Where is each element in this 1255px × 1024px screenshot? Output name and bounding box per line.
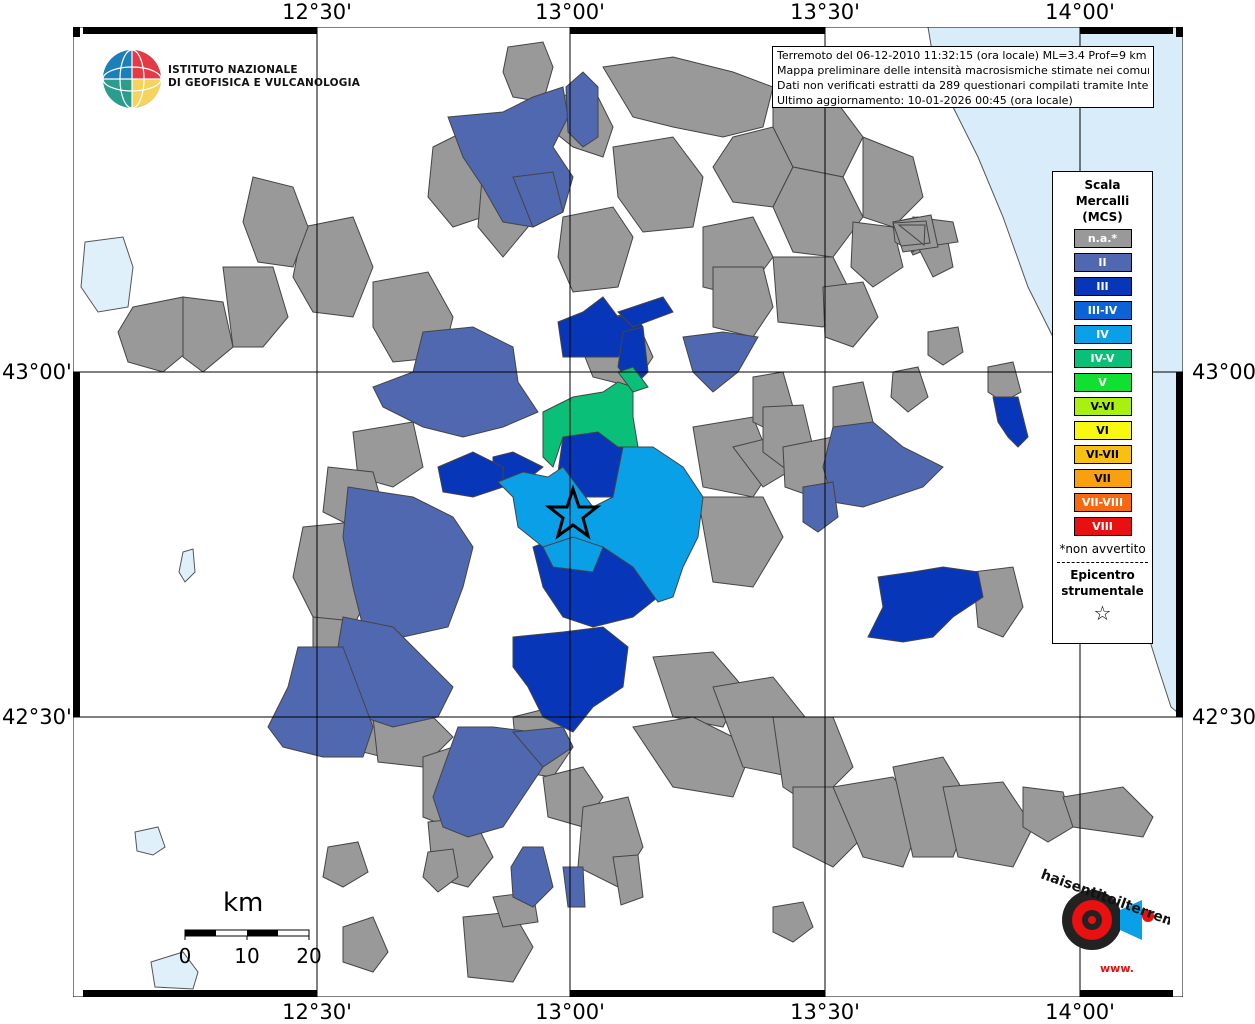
lon-label-top-1300: 13°00' — [535, 0, 605, 24]
legend-separator — [1057, 562, 1148, 563]
lon-label-top-1230: 12°30' — [282, 0, 352, 24]
scale-bar — [184, 929, 310, 940]
info-updated: Ultimo aggiornamento: 10-01-2026 00:45 (… — [777, 94, 1073, 107]
hst-logo: haisentitoilterremoto.it www. — [1039, 867, 1170, 975]
info-description: Mappa preliminare delle intensità macros… — [777, 64, 1149, 77]
legend-swatch-9: VI-VII — [1073, 445, 1132, 464]
legend: Scala Mercalli (MCS) n.a.* II III III-IV IV I… — [1052, 171, 1153, 644]
legend-swatch-8: VI — [1073, 421, 1132, 440]
legend-swatches: n.a.* II III III-IV IV IV-V V V-VI VI VI-VII VII VI… — [1053, 229, 1152, 536]
scale-tick-0: 0 — [178, 944, 192, 968]
info-box: Terremoto del 06-12-2010 11:32:15 (ora l… — [772, 46, 1154, 108]
legend-swatch-2: III — [1073, 277, 1132, 296]
legend-swatch-7: V-VI — [1073, 397, 1132, 416]
lon-label-top-1400: 14°00' — [1045, 0, 1115, 24]
lon-label-bottom-1330: 13°30' — [790, 1000, 860, 1024]
legend-title-line3: (MCS) — [1082, 210, 1123, 224]
legend-title-line2: Mercalli — [1075, 194, 1130, 208]
lat-label-right-4230: 42°30' — [1192, 705, 1255, 729]
legend-title: Scala Mercalli (MCS) — [1053, 177, 1152, 225]
ingv-globe-icon — [102, 49, 162, 109]
ingv-line1: ISTITUTO NAZIONALE — [168, 64, 298, 76]
info-event: Terremoto del 06-12-2010 11:32:15 (ora l… — [777, 49, 1147, 62]
legend-swatch-6: V — [1073, 373, 1132, 392]
legend-swatch-10: VII — [1073, 469, 1132, 488]
legend-star-icon: ☆ — [1093, 601, 1112, 625]
lon-label-top-1330: 13°30' — [790, 0, 860, 24]
hst-logo-prefix: www. — [1100, 962, 1134, 975]
ingv-line2: DI GEOFISICA E VULCANOLOGIA — [168, 77, 361, 89]
legend-note: *non avvertito — [1059, 542, 1146, 556]
legend-title-line1: Scala — [1084, 178, 1121, 192]
legend-epicenter-line2: strumentale — [1061, 584, 1144, 598]
legend-swatch-5: IV-V — [1073, 349, 1132, 368]
lat-label-left-4300: 43°00' — [2, 360, 72, 384]
legend-epicenter: Epicentro strumentale — [1053, 567, 1152, 599]
legend-epicenter-line1: Epicentro — [1070, 568, 1135, 582]
legend-swatch-3: III-IV — [1073, 301, 1132, 320]
legend-swatch-11: VII-VIII — [1073, 493, 1132, 512]
legend-swatch-0: n.a.* — [1073, 229, 1132, 248]
info-data-source: Dati non verificati estratti da 289 ques… — [777, 79, 1149, 92]
ingv-logo-text: ISTITUTO NAZIONALE DI GEOFISICA E VULCAN… — [168, 64, 360, 90]
lat-label-right-4300: 43°00' — [1192, 360, 1255, 384]
legend-swatch-4: IV — [1073, 325, 1132, 344]
intensity-map[interactable] — [73, 27, 1183, 997]
legend-swatch-1: II — [1073, 253, 1132, 272]
lon-label-bottom-1300: 13°00' — [535, 1000, 605, 1024]
lat-label-left-4230: 42°30' — [2, 705, 72, 729]
legend-swatch-12: VIII — [1073, 517, 1132, 536]
lon-label-bottom-1230: 12°30' — [282, 1000, 352, 1024]
lon-label-bottom-1400: 14°00' — [1045, 1000, 1115, 1024]
scale-tick-20: 20 — [296, 944, 322, 968]
scale-tick-10: 10 — [234, 944, 260, 968]
